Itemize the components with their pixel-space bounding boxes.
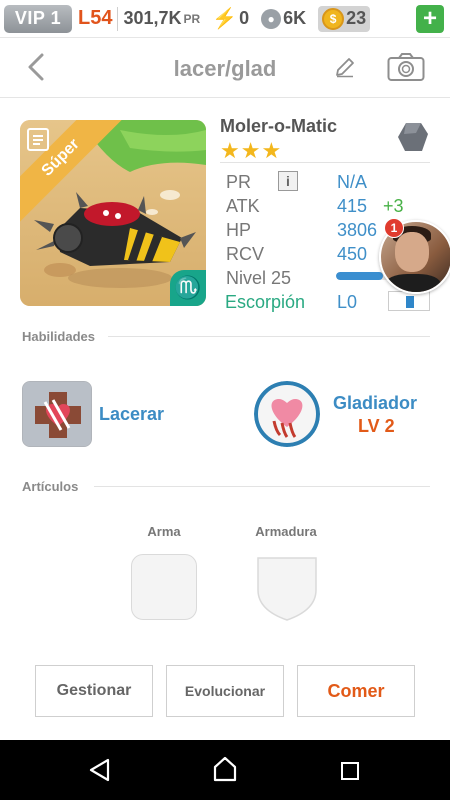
rarity-stars: ★★★: [220, 138, 283, 163]
zodiac-sign-level: L0: [337, 292, 358, 312]
gladiador-skill-name[interactable]: Gladiador: [333, 393, 417, 414]
system-nav-bar: [0, 740, 450, 800]
weapon-slot[interactable]: [131, 554, 197, 620]
edit-pencil-icon[interactable]: [334, 56, 356, 78]
pets-value: 6K: [283, 8, 307, 28]
skills-section-label: Habilidades: [22, 329, 95, 344]
coins-counter[interactable]: $ 23: [318, 5, 371, 32]
notification-badge: 1: [384, 218, 404, 238]
level-label: Nivel 25: [226, 268, 292, 288]
divider: [117, 6, 119, 31]
header: lacer/glad: [0, 38, 450, 98]
xp-progress-fill: [336, 272, 383, 280]
zodiac-sign-label: Escorpión: [225, 292, 306, 312]
energy-counter[interactable]: ⚡ 0: [212, 6, 249, 31]
nav-recents-icon[interactable]: [341, 762, 359, 780]
energy-value: 0: [239, 8, 250, 28]
divider: [108, 336, 430, 337]
weapon-slot-label: Arma: [147, 524, 181, 539]
gladiador-skill-icon[interactable]: [254, 381, 320, 447]
lacerar-skill-art: [23, 382, 91, 446]
document-icon[interactable]: [26, 126, 50, 152]
stat-value-atk: 415: [337, 196, 368, 216]
add-coins-button[interactable]: +: [416, 5, 444, 33]
stat-bonus-atk: +3: [383, 196, 404, 216]
camera-icon[interactable]: [387, 52, 425, 82]
stat-value-pr: N/A: [337, 172, 368, 192]
lightning-icon: ⚡: [212, 8, 238, 30]
scorpio-zodiac-icon: ♏: [170, 270, 206, 306]
stat-value-hp: 3806: [337, 220, 378, 240]
stat-value-rcv: 450: [337, 244, 368, 264]
stat-label-pr: PR: [226, 172, 252, 192]
pets-counter[interactable]: ● 6K: [261, 8, 306, 29]
coins-value: 23: [346, 8, 367, 28]
page-title: lacer/glad: [173, 56, 277, 81]
armor-slot-label: Armadura: [255, 524, 317, 539]
power-points: 301,7K: [123, 8, 182, 28]
paw-icon: ●: [261, 8, 282, 29]
gladiador-skill-art: [254, 381, 320, 447]
divider: [94, 486, 430, 487]
status-bar: VIP 1 L54 301,7K PR ⚡ 0 ● 6K $ 23 +: [0, 0, 450, 38]
nav-home-icon[interactable]: [212, 756, 238, 782]
lacerar-skill-icon[interactable]: [22, 381, 92, 447]
pet-portrait[interactable]: Súper ♏: [20, 120, 206, 306]
upgrade-sign-button[interactable]: [388, 291, 430, 311]
gladiador-skill-level: LV 2: [358, 416, 395, 436]
eat-button[interactable]: Comer: [297, 665, 415, 717]
stat-label-rcv: RCV: [226, 244, 265, 264]
coin-icon: $: [322, 7, 345, 30]
divider: [220, 162, 430, 163]
pet-name: Moler-o-Matic: [220, 116, 337, 136]
pet-detail-screen: VIP 1 L54 301,7K PR ⚡ 0 ● 6K $ 23 + lace…: [0, 0, 450, 800]
armor-slot[interactable]: [254, 554, 320, 622]
vip-badge[interactable]: VIP 1: [4, 4, 72, 33]
player-level: L54: [78, 7, 113, 29]
manage-button[interactable]: Gestionar: [35, 665, 153, 717]
lacerar-skill-name[interactable]: Lacerar: [99, 404, 164, 425]
nav-back-icon[interactable]: [88, 758, 112, 782]
rock-element-icon[interactable]: [396, 120, 430, 154]
evolve-button[interactable]: Evolucionar: [166, 665, 284, 717]
stat-label-hp: HP: [226, 220, 252, 240]
up-arrow-icon: [406, 296, 414, 308]
avatar-face: [395, 232, 429, 272]
stat-label-atk: ATK: [226, 196, 260, 216]
avatar-shirt: [385, 274, 441, 292]
power-points-suffix: PR: [183, 11, 201, 26]
items-section-label: Artículos: [22, 479, 79, 494]
info-icon[interactable]: i: [278, 171, 298, 191]
